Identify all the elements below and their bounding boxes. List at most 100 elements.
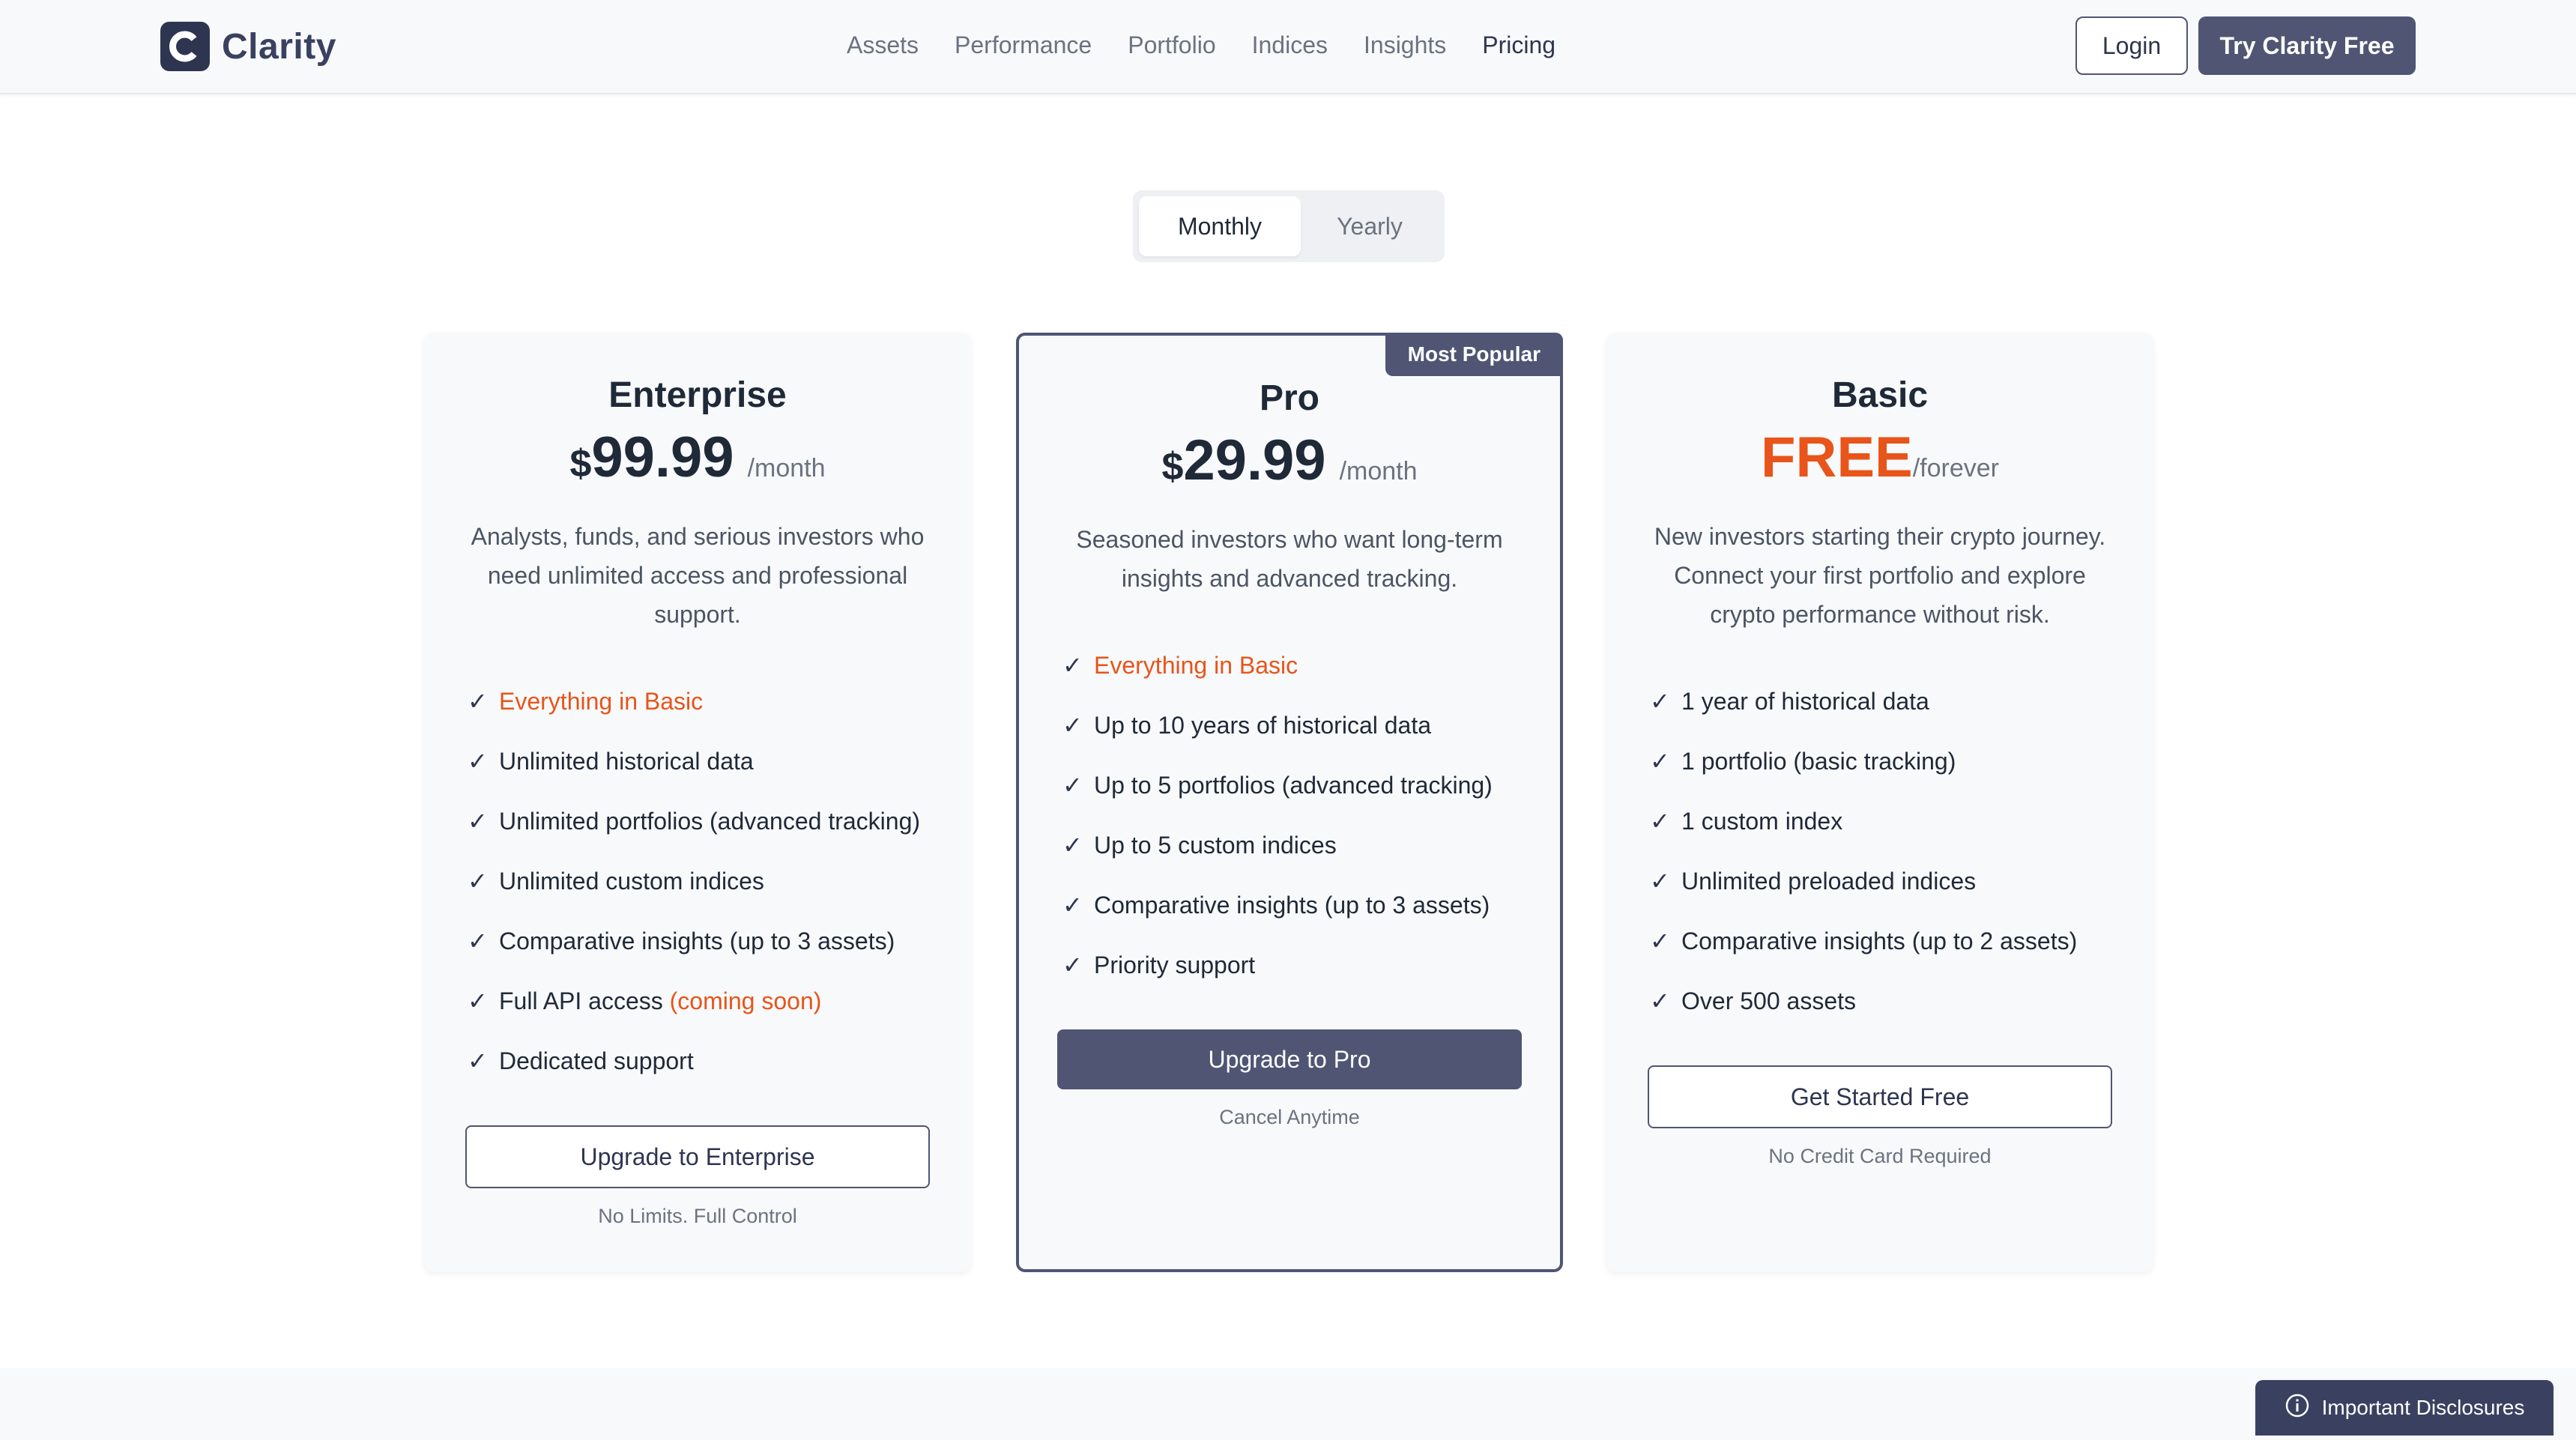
check-icon: ✓ [468, 987, 488, 1014]
most-popular-badge: Most Popular [1385, 333, 1563, 376]
feature-text: Comparative insights (up to 3 assets) [499, 927, 895, 955]
check-icon: ✓ [468, 808, 488, 835]
price-amount: 29.99 [1183, 429, 1326, 492]
feature-text: Over 500 assets [1681, 987, 1856, 1014]
check-icon: ✓ [1062, 772, 1083, 799]
feature-item: ✓ 1 portfolio (basic tracking) [1650, 731, 2153, 791]
plan-name: Pro [1259, 378, 1319, 418]
currency-symbol: $ [569, 442, 592, 485]
feature-item: ✓ Comparative insights (up to 3 assets) [1062, 875, 1560, 935]
check-icon: ✓ [1650, 688, 1670, 715]
price-amount: 99.99 [591, 426, 734, 489]
brand[interactable]: Clarity [160, 21, 336, 72]
currency-symbol: $ [1161, 445, 1184, 488]
get-started-free-button[interactable]: Get Started Free [1648, 1065, 2112, 1128]
plan-description: Seasoned investors who want long-term in… [1076, 526, 1503, 592]
feature-text: Up to 10 years of historical data [1094, 711, 1432, 739]
plan-note: No Limits. Full Control [598, 1205, 797, 1227]
feature-text: 1 portfolio (basic tracking) [1681, 747, 1956, 775]
feature-item: ✓ 1 year of historical data [1650, 671, 2153, 731]
feature-text: Unlimited portfolios (advanced tracking) [499, 807, 921, 835]
feature-text: Full API access [499, 987, 670, 1014]
nav-item-indices[interactable]: Indices [1252, 27, 1328, 63]
feature-text: Unlimited custom indices [499, 867, 764, 895]
try-clarity-free-button[interactable]: Try Clarity Free [2198, 16, 2416, 75]
feature-item: ✓ Comparative insights (up to 2 assets) [1650, 911, 2153, 971]
check-icon: ✓ [1062, 892, 1083, 919]
price-period: /forever [1912, 454, 1999, 482]
feature-item: ✓ 1 custom index [1650, 791, 2153, 851]
check-icon: ✓ [468, 1047, 488, 1074]
feature-item: ✓ Over 500 assets [1650, 971, 2153, 1031]
feature-text: Comparative insights (up to 2 assets) [1681, 927, 2078, 955]
check-icon: ✓ [468, 868, 488, 895]
info-icon [2285, 1393, 2310, 1424]
clarity-logo-icon [160, 22, 210, 71]
feature-text: Everything in Basic [1094, 651, 1298, 679]
check-icon: ✓ [1062, 652, 1083, 679]
upgrade-to-enterprise-button[interactable]: Upgrade to Enterprise [465, 1125, 930, 1188]
check-icon: ✓ [1650, 748, 1670, 775]
feature-item: ✓ Everything in Basic [468, 671, 971, 731]
upgrade-to-pro-button[interactable]: Upgrade to Pro [1057, 1029, 1522, 1089]
feature-item: ✓ Unlimited custom indices [468, 851, 971, 911]
nav-item-assets[interactable]: Assets [847, 27, 919, 63]
feature-item: ✓ Comparative insights (up to 3 assets) [468, 911, 971, 971]
toggle-monthly[interactable]: Monthly [1139, 196, 1301, 256]
feature-item: ✓ Unlimited portfolios (advanced tracking… [468, 791, 971, 851]
feature-item: ✓ Up to 5 custom indices [1062, 815, 1560, 875]
footer-band [0, 1368, 2576, 1440]
price-period: /month [747, 454, 826, 482]
feature-item: ✓ Up to 10 years of historical data [1062, 695, 1560, 755]
feature-item: ✓ Priority support [1062, 935, 1560, 995]
feature-text: Up to 5 custom indices [1094, 831, 1337, 859]
feature-text: Up to 5 portfolios (advanced tracking) [1094, 771, 1493, 799]
feature-text: 1 custom index [1681, 807, 1843, 835]
feature-list: ✓ Everything in Basic ✓ Unlimited historic… [468, 671, 971, 1091]
coming-soon-label: (coming soon) [669, 987, 822, 1014]
disclosures-label: Important Disclosures [2321, 1396, 2525, 1419]
plan-card-pro: Most Popular Pro $ 29.99 /month Seasoned… [1016, 333, 1563, 1272]
check-icon: ✓ [1650, 928, 1670, 955]
feature-item: ✓ Full API access (coming soon) [468, 971, 971, 1031]
check-icon: ✓ [1650, 987, 1670, 1014]
important-disclosures-button[interactable]: Important Disclosures [2255, 1380, 2554, 1436]
feature-text: Priority support [1094, 951, 1256, 978]
toggle-yearly[interactable]: Yearly [1301, 196, 1439, 256]
plan-card-enterprise: Enterprise $ 99.99 /month Analysts, fund… [424, 333, 971, 1272]
plan-description: Analysts, funds, and serious investors w… [471, 523, 925, 628]
plan-price: $ 99.99 /month [424, 425, 971, 490]
check-icon: ✓ [468, 748, 488, 775]
check-icon: ✓ [1062, 952, 1083, 978]
brand-name: Clarity [222, 26, 336, 67]
plan-description: New investors starting their crypto jour… [1654, 523, 2106, 628]
plan-price: $ 29.99 /month [1019, 428, 1560, 493]
nav-item-performance[interactable]: Performance [955, 27, 1092, 63]
check-icon: ✓ [1062, 832, 1083, 859]
feature-item: ✓ Dedicated support [468, 1031, 971, 1091]
plan-name: Enterprise [608, 375, 787, 415]
check-icon: ✓ [1650, 808, 1670, 835]
plan-note: Cancel Anytime [1219, 1106, 1360, 1128]
feature-item: ✓ Unlimited historical data [468, 731, 971, 791]
login-button[interactable]: Login [2075, 16, 2188, 75]
feature-text: Everything in Basic [499, 687, 704, 715]
feature-list: ✓ 1 year of historical data ✓ 1 portfolio … [1650, 671, 2153, 1031]
check-icon: ✓ [1062, 712, 1083, 739]
feature-text: Unlimited preloaded indices [1681, 867, 1977, 895]
nav-item-pricing[interactable]: Pricing [1482, 27, 1555, 63]
price-period: /month [1339, 457, 1418, 485]
check-icon: ✓ [468, 688, 488, 715]
check-icon: ✓ [1650, 868, 1670, 895]
feature-item: ✓ Everything in Basic [1062, 635, 1560, 695]
plan-price: FREE /forever [1606, 425, 2153, 490]
site-header: Clarity Assets Performance Portfolio Ind… [0, 0, 2576, 94]
nav-item-portfolio[interactable]: Portfolio [1128, 27, 1215, 63]
feature-text: 1 year of historical data [1681, 687, 1929, 715]
feature-item: ✓ Up to 5 portfolios (advanced tracking) [1062, 755, 1560, 815]
plan-card-basic: Basic FREE /forever New investors starti… [1606, 333, 2153, 1272]
nav-item-insights[interactable]: Insights [1364, 27, 1446, 63]
feature-text: Dedicated support [499, 1047, 694, 1074]
plan-name: Basic [1831, 375, 1929, 415]
plan-note: No Credit Card Required [1768, 1145, 1992, 1167]
